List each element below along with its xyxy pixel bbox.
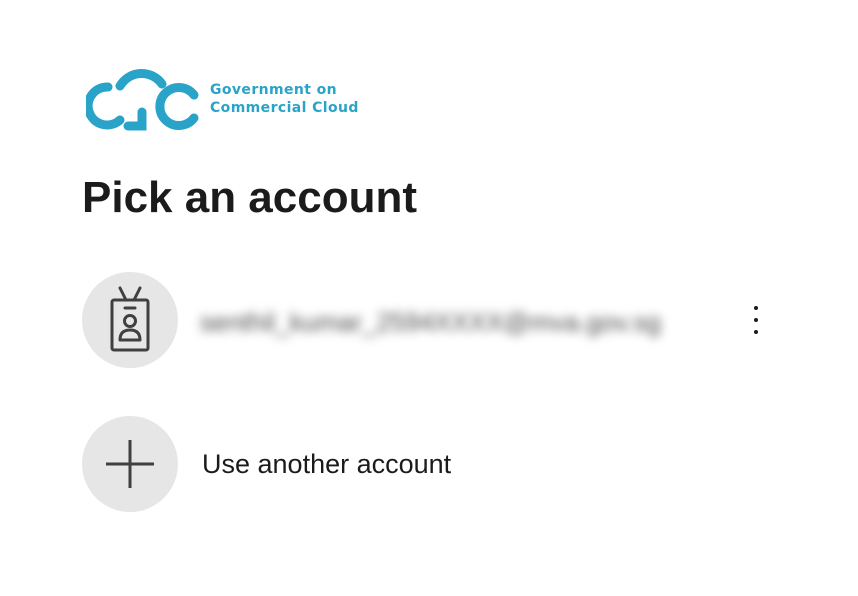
- use-another-account-label: Use another account: [202, 449, 452, 479]
- account-tile[interactable]: senthil_kumar_2594XXXX@mva.gov.sg: [82, 272, 782, 368]
- plus-icon: [106, 440, 154, 488]
- account-avatar: [82, 272, 178, 368]
- brand-line-1: Government on: [210, 82, 338, 98]
- brand-line-2: Commercial Cloud: [210, 100, 359, 116]
- account-email: senthil_kumar_2594XXXX@mva.gov.sg: [200, 307, 661, 337]
- page-title: Pick an account: [82, 173, 418, 222]
- use-another-account-tile[interactable]: Use another account: [82, 416, 782, 512]
- more-options-button[interactable]: [742, 300, 770, 340]
- add-account-avatar: [82, 416, 178, 512]
- cloud-logo-icon: [86, 69, 199, 131]
- id-badge-icon: [110, 286, 150, 352]
- brand-name: Government on Commercial Cloud: [210, 81, 359, 117]
- gcc-logo: Government on Commercial Cloud: [86, 64, 386, 136]
- more-options-icon: [754, 306, 758, 310]
